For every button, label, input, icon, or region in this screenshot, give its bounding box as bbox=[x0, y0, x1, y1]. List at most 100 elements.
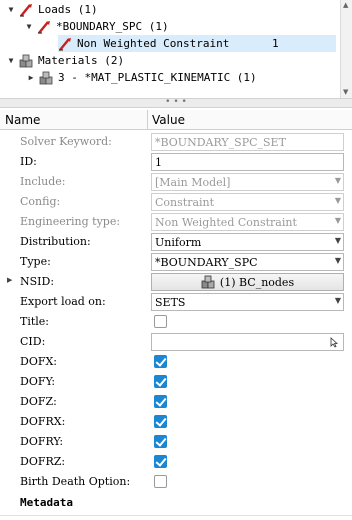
dofz-checkbox[interactable] bbox=[154, 395, 167, 408]
tree-item-materials[interactable]: ▼ Materials (2) bbox=[6, 52, 125, 69]
tree-item-non-weighted-constraint[interactable]: Non Weighted Constraint 1 bbox=[58, 35, 336, 52]
column-divider[interactable] bbox=[147, 110, 148, 130]
title-checkbox[interactable] bbox=[154, 315, 167, 328]
chevron-down-icon[interactable]: ▼ bbox=[335, 296, 341, 305]
dropdown-value: *BOUNDARY_SPC bbox=[155, 256, 258, 269]
scroll-up-icon[interactable]: ▲ bbox=[343, 1, 348, 9]
dropdown-value: [Main Model] bbox=[155, 176, 231, 189]
property-label: CID: bbox=[20, 335, 46, 348]
property-label: Title: bbox=[20, 315, 50, 328]
section-header-metadata[interactable]: Metadata bbox=[20, 496, 73, 509]
load-icon bbox=[20, 3, 32, 17]
property-label: Type: bbox=[20, 255, 51, 268]
property-row-title: Title: bbox=[0, 312, 352, 332]
property-row-solver-keyword: Solver Keyword: *BOUNDARY_SPC_SET bbox=[0, 132, 352, 152]
property-label: DOFZ: bbox=[20, 395, 57, 408]
property-label: Config: bbox=[20, 195, 61, 208]
property-grid: Name Value Solver Keyword: *BOUNDARY_SPC… bbox=[0, 110, 352, 520]
load-icon bbox=[59, 37, 71, 51]
expand-arrow-icon[interactable]: ▶ bbox=[7, 276, 12, 284]
property-row-nsid: ▶ NSID: (1) BC_nodes bbox=[0, 272, 352, 292]
tree-item-count: 1 bbox=[272, 37, 279, 50]
property-label: NSID: bbox=[20, 275, 55, 288]
chevron-down-icon: ▼ bbox=[334, 196, 341, 205]
property-row-id: ID: 1 bbox=[0, 152, 352, 172]
column-header-value[interactable]: Value bbox=[152, 113, 185, 127]
expand-arrow-icon[interactable]: ▼ bbox=[24, 22, 34, 32]
tree-item-label: Loads (1) bbox=[38, 3, 98, 16]
id-field[interactable]: 1 bbox=[151, 153, 344, 171]
cursor-pick-icon[interactable] bbox=[330, 337, 340, 348]
property-row-dofry: DOFRY: bbox=[0, 432, 352, 452]
load-icon bbox=[38, 20, 50, 34]
property-label: Include: bbox=[20, 175, 66, 188]
expand-arrow-icon[interactable]: ▼ bbox=[6, 5, 16, 15]
property-row-export-load-on: Export load on: SETS ▼ bbox=[0, 292, 352, 312]
scroll-down-icon[interactable]: ▼ bbox=[343, 88, 348, 96]
dropdown-value: Uniform bbox=[155, 236, 202, 249]
property-row-dofrz: DOFRZ: bbox=[0, 452, 352, 472]
chevron-down-icon[interactable]: ▼ bbox=[335, 236, 341, 245]
property-row-engineering-type: Engineering type: Non Weighted Constrain… bbox=[0, 212, 352, 232]
property-label: Engineering type: bbox=[20, 215, 121, 228]
chevron-down-icon: ▼ bbox=[334, 176, 341, 185]
splitter-grip: • • • bbox=[165, 97, 187, 107]
property-label: DOFRZ: bbox=[20, 455, 66, 468]
property-label: DOFY: bbox=[20, 375, 56, 388]
property-label: Birth Death Option: bbox=[20, 475, 131, 488]
property-row-dofrx: DOFRX: bbox=[0, 412, 352, 432]
node-set-icon bbox=[201, 275, 215, 289]
property-label: Distribution: bbox=[20, 235, 91, 248]
tree-item-boundary-spc[interactable]: ▼ *BOUNDARY_SPC (1) bbox=[24, 18, 169, 35]
dofy-checkbox[interactable] bbox=[154, 375, 167, 388]
property-row-config: Config: Constraint ▼ bbox=[0, 192, 352, 212]
material-icon bbox=[19, 54, 33, 67]
dropdown-value: SETS bbox=[155, 296, 186, 309]
property-label: ID: bbox=[20, 155, 37, 168]
property-row-distribution: Distribution: Uniform ▼ bbox=[0, 232, 352, 252]
tree-item-loads[interactable]: ▼ Loads (1) bbox=[6, 1, 98, 18]
dropdown-value: Non Weighted Constraint bbox=[155, 216, 297, 229]
panel-splitter[interactable]: • • • bbox=[0, 98, 352, 108]
divider bbox=[0, 515, 352, 516]
dropdown-value: Constraint bbox=[155, 196, 215, 209]
chevron-down-icon[interactable]: ▼ bbox=[335, 256, 341, 265]
expand-arrow-icon[interactable]: ▼ bbox=[6, 56, 16, 66]
tree-item-mat-plastic-kinematic[interactable]: ▶ 3 - *MAT_PLASTIC_KINEMATIC (1) bbox=[26, 69, 257, 86]
chevron-down-icon: ▼ bbox=[334, 216, 341, 225]
property-row-birth-death-option: Birth Death Option: bbox=[0, 472, 352, 492]
tree-item-label: Materials (2) bbox=[38, 54, 125, 67]
nsid-value: (1) BC_nodes bbox=[219, 275, 295, 289]
property-label: DOFRX: bbox=[20, 415, 66, 428]
property-row-include: Include: [Main Model] ▼ bbox=[0, 172, 352, 192]
distribution-dropdown[interactable]: Uniform ▼ bbox=[151, 233, 344, 251]
config-dropdown: Constraint ▼ bbox=[151, 193, 344, 211]
property-row-dofz: DOFZ: bbox=[0, 392, 352, 412]
property-row-cid: CID: bbox=[0, 332, 352, 352]
tree-item-label: Non Weighted Constraint bbox=[77, 37, 230, 50]
cid-field[interactable] bbox=[151, 333, 344, 351]
dofry-checkbox[interactable] bbox=[154, 435, 167, 448]
nsid-selector-button[interactable]: (1) BC_nodes bbox=[151, 273, 344, 291]
dofrz-checkbox[interactable] bbox=[154, 455, 167, 468]
grid-header: Name Value bbox=[0, 110, 352, 130]
property-label: DOFRY: bbox=[20, 435, 64, 448]
property-label: Export load on: bbox=[20, 295, 106, 308]
property-label: Solver Keyword: bbox=[20, 135, 112, 148]
engineering-type-dropdown: Non Weighted Constraint ▼ bbox=[151, 213, 344, 231]
dofrx-checkbox[interactable] bbox=[154, 415, 167, 428]
property-row-dofy: DOFY: bbox=[0, 372, 352, 392]
model-tree: ▼ Loads (1) ▼ *BOUNDARY_SPC (1) Non Weig… bbox=[0, 0, 352, 98]
tree-scrollbar[interactable]: ▲ ▼ bbox=[340, 0, 352, 98]
column-header-name[interactable]: Name bbox=[5, 113, 40, 127]
tree-item-label: *BOUNDARY_SPC (1) bbox=[56, 20, 169, 33]
type-dropdown[interactable]: *BOUNDARY_SPC ▼ bbox=[151, 253, 344, 271]
birth-death-option-checkbox[interactable] bbox=[154, 475, 167, 488]
solver-keyword-field: *BOUNDARY_SPC_SET bbox=[151, 133, 344, 151]
material-icon bbox=[39, 71, 53, 84]
expand-arrow-icon[interactable]: ▶ bbox=[26, 73, 36, 83]
property-label: DOFX: bbox=[20, 355, 58, 368]
include-dropdown: [Main Model] ▼ bbox=[151, 173, 344, 191]
dofx-checkbox[interactable] bbox=[154, 355, 167, 368]
export-load-on-dropdown[interactable]: SETS ▼ bbox=[151, 293, 344, 311]
